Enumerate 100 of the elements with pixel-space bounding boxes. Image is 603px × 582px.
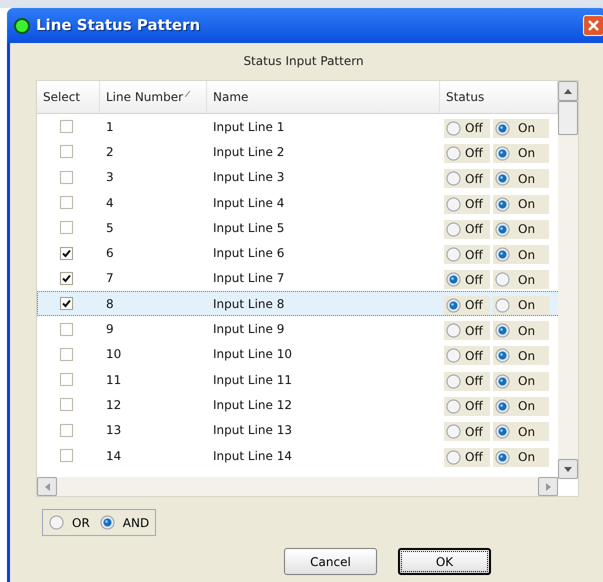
radio-button[interactable] xyxy=(49,515,64,530)
table-row[interactable]: 3 Input Line 3 Off On xyxy=(37,164,578,190)
radio-button[interactable] xyxy=(446,424,461,440)
checkbox[interactable] xyxy=(60,348,73,361)
checkbox[interactable] xyxy=(60,449,73,462)
table-row[interactable]: 11 Input Line 11 Off On xyxy=(37,366,578,392)
status-option[interactable]: Off xyxy=(444,396,490,416)
line-name: Input Line 2 xyxy=(213,144,284,159)
status-option[interactable]: Off xyxy=(444,194,490,214)
status-option[interactable]: On xyxy=(493,270,549,290)
status-option[interactable]: Off xyxy=(444,372,490,391)
table-row[interactable]: 6 Input Line 6 Off On xyxy=(37,240,578,266)
table-row[interactable]: 4 Input Line 4 Off On xyxy=(37,190,578,216)
radio-button[interactable] xyxy=(495,171,510,186)
radio-button[interactable] xyxy=(446,146,461,161)
status-option[interactable]: Off xyxy=(444,448,490,466)
table-row[interactable]: 5 Input Line 5 Off On xyxy=(37,215,578,240)
status-option[interactable]: Off xyxy=(444,169,490,188)
table-row[interactable]: 14 Input Line 14 Off On xyxy=(37,442,578,468)
checkbox[interactable] xyxy=(60,170,73,184)
status-option[interactable]: On xyxy=(493,296,549,315)
dialog-button[interactable]: Cancel xyxy=(284,548,377,575)
status-option[interactable]: On xyxy=(493,245,549,264)
status-option[interactable]: On xyxy=(493,144,549,163)
status-option[interactable]: Off xyxy=(444,144,490,163)
radio-button[interactable] xyxy=(446,323,461,338)
status-option[interactable]: Off xyxy=(444,422,490,442)
radio-button[interactable] xyxy=(495,374,510,389)
radio-button[interactable] xyxy=(495,272,510,288)
checkbox[interactable] xyxy=(60,272,73,285)
radio-button[interactable] xyxy=(495,424,510,440)
radio-button[interactable] xyxy=(446,272,461,288)
checkbox[interactable] xyxy=(60,145,73,158)
checkbox[interactable] xyxy=(60,424,73,437)
table-row[interactable]: 13 Input Line 13 Off On xyxy=(37,418,578,443)
radio-button[interactable] xyxy=(446,247,461,262)
status-option[interactable]: On xyxy=(493,422,549,442)
line-name: Input Line 7 xyxy=(213,271,284,286)
checkbox[interactable] xyxy=(60,322,73,336)
scroll-up-button[interactable] xyxy=(558,81,578,101)
status-option[interactable]: Off xyxy=(444,220,490,239)
status-option[interactable]: Off xyxy=(444,118,490,138)
checkbox[interactable] xyxy=(60,398,73,412)
radio-button[interactable] xyxy=(446,450,461,464)
status-option[interactable]: On xyxy=(493,220,549,239)
status-option[interactable]: Off xyxy=(444,346,490,366)
scroll-left-button[interactable] xyxy=(37,477,57,496)
status-option[interactable]: On xyxy=(493,448,549,466)
status-option[interactable]: On xyxy=(493,372,549,391)
radio-button[interactable] xyxy=(446,398,461,414)
status-option[interactable]: On xyxy=(493,194,549,214)
status-option[interactable]: On xyxy=(493,118,549,138)
radio-button[interactable] xyxy=(446,374,461,389)
scroll-thumb[interactable] xyxy=(558,101,578,135)
status-label: On xyxy=(518,297,536,314)
status-option[interactable]: On xyxy=(493,169,549,188)
radio-button[interactable] xyxy=(495,323,510,338)
radio-button[interactable] xyxy=(495,298,510,313)
checkbox[interactable] xyxy=(60,246,73,260)
radio-button[interactable] xyxy=(446,298,461,313)
table-row[interactable]: 7 Input Line 7 Off On xyxy=(37,266,578,292)
radio-button[interactable] xyxy=(100,515,115,530)
left-arrow-icon xyxy=(44,482,50,490)
checkbox[interactable] xyxy=(60,221,73,234)
checkbox[interactable] xyxy=(60,120,73,134)
column-header[interactable]: Select xyxy=(43,88,80,106)
table-row[interactable]: 9 Input Line 9 Off On xyxy=(37,316,578,342)
dialog-button[interactable]: OK xyxy=(398,548,491,575)
close-button[interactable] xyxy=(583,15,603,36)
radio-button[interactable] xyxy=(495,348,510,364)
column-header[interactable]: Line Number xyxy=(106,88,184,106)
status-option[interactable]: On xyxy=(493,396,549,416)
radio-button[interactable] xyxy=(495,398,510,414)
status-option[interactable]: Off xyxy=(444,270,490,290)
radio-button[interactable] xyxy=(495,450,510,464)
checkbox[interactable] xyxy=(60,373,73,386)
radio-button[interactable] xyxy=(446,120,461,136)
radio-button[interactable] xyxy=(495,196,510,212)
table-row[interactable]: 1 Input Line 1 Off On xyxy=(37,114,578,140)
checkbox[interactable] xyxy=(60,297,73,310)
column-header[interactable]: Name xyxy=(213,88,248,106)
table-row[interactable]: 2 Input Line 2 Off On xyxy=(37,139,578,165)
radio-button[interactable] xyxy=(495,146,510,161)
status-option[interactable]: Off xyxy=(444,296,490,315)
checkbox[interactable] xyxy=(60,196,73,210)
status-option[interactable]: On xyxy=(493,321,549,340)
radio-button[interactable] xyxy=(446,171,461,186)
radio-button[interactable] xyxy=(446,348,461,364)
radio-button[interactable] xyxy=(495,120,510,136)
radio-button[interactable] xyxy=(446,196,461,212)
table-row[interactable]: 10 Input Line 10 Off On xyxy=(37,342,578,367)
scroll-down-button[interactable] xyxy=(558,459,578,479)
status-option[interactable]: Off xyxy=(444,245,490,264)
radio-button[interactable] xyxy=(495,247,510,262)
status-option[interactable]: On xyxy=(493,346,549,366)
column-header[interactable]: Status xyxy=(446,88,484,106)
radio-button[interactable] xyxy=(495,222,510,237)
radio-button[interactable] xyxy=(446,222,461,237)
table-row[interactable]: 12 Input Line 12 Off On xyxy=(37,392,578,418)
status-option[interactable]: Off xyxy=(444,321,490,340)
